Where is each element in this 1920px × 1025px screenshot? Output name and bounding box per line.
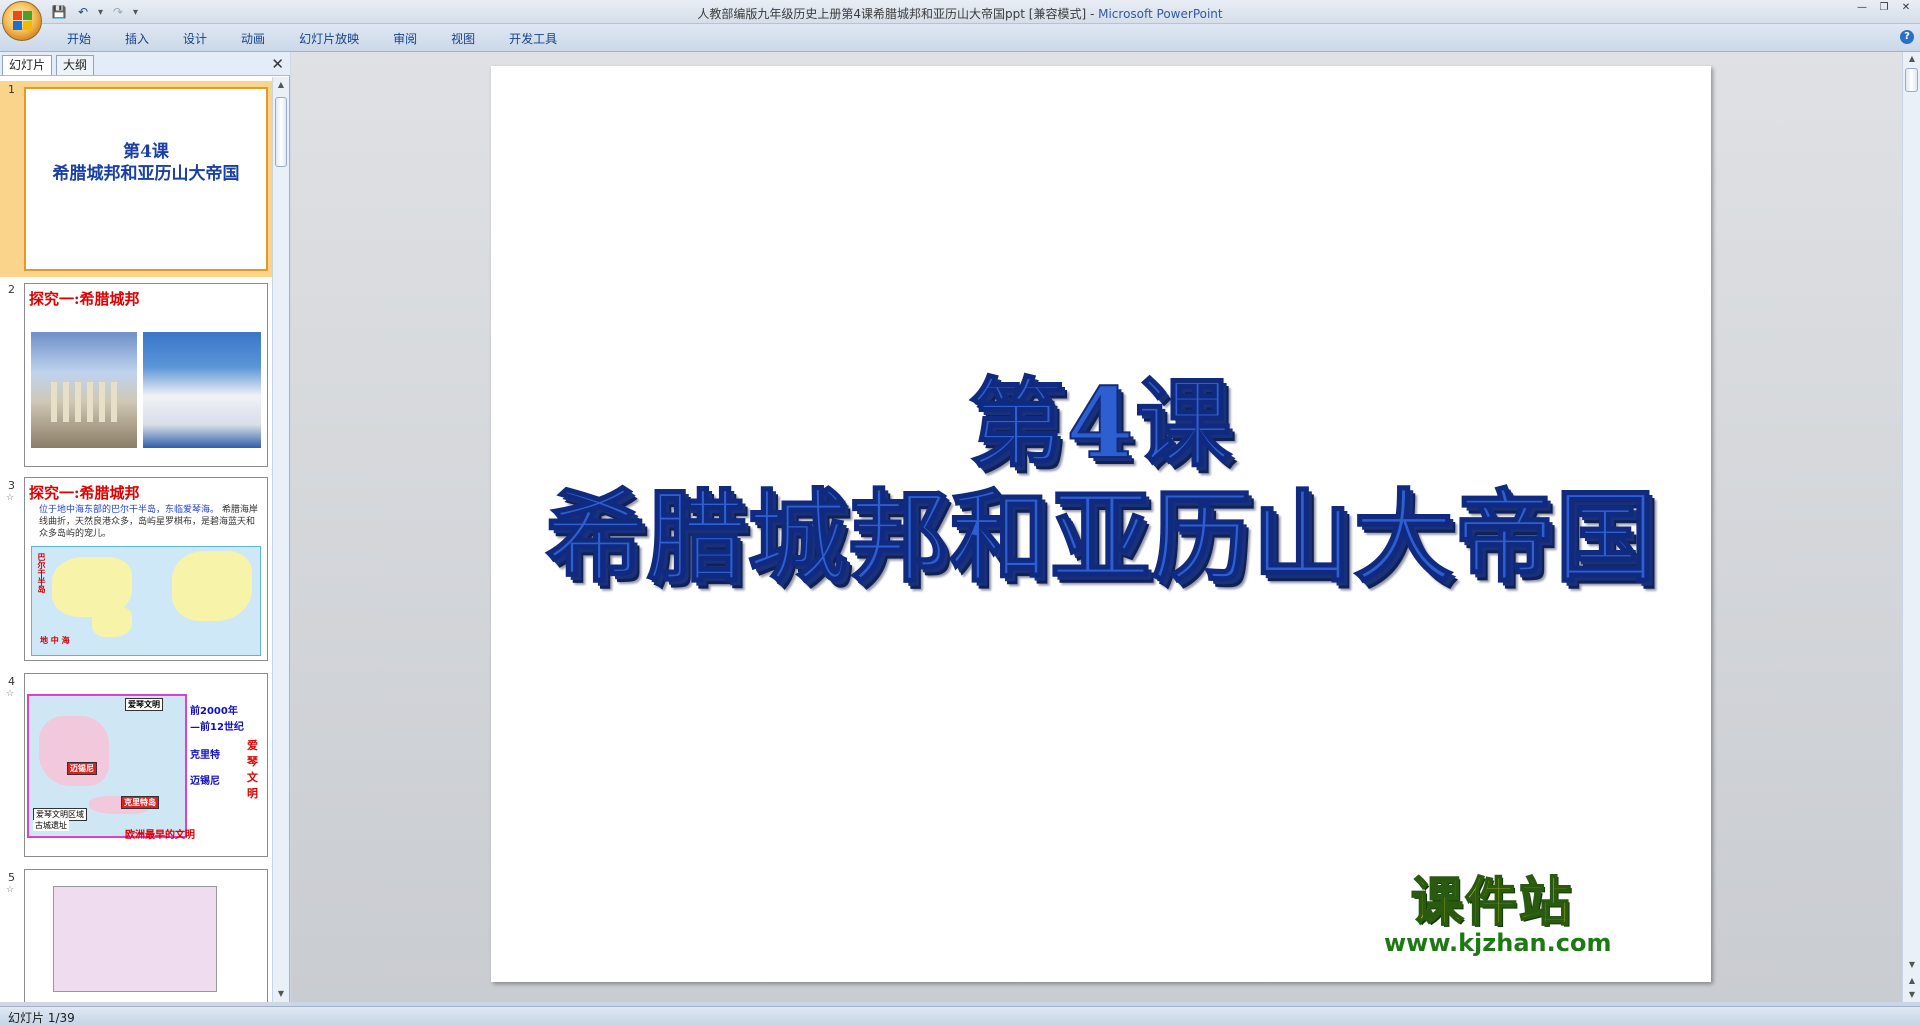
tab-view[interactable]: 视图 [434,30,492,48]
watermark-logo: 课件站 www.kjzhan.com [1384,860,1611,957]
slide-thumbnail-3[interactable]: 探究一:希腊城邦 位于地中海东部的巴尔干半岛，东临爱琴海。 希腊海岸线曲折，天然… [24,477,268,661]
slide-number: 1 [8,83,15,96]
map-label-balkan: 巴尔干半岛 [37,553,46,593]
map-label-sea: 地 中 海 [40,636,70,645]
title-bar: 💾 ↶ ▾ ↷ ▾ 人教部编版九年级历史上册第4课希腊城邦和亚历山大帝国ppt … [0,0,1920,24]
tab-home[interactable]: 开始 [50,30,108,48]
map-tag-aegean: 爱琴文明 [125,698,163,711]
thumb-title-line1: 第4课 [123,142,169,162]
thumbnail-row[interactable]: 1 第4课 希腊城邦和亚历山大帝国 [0,81,272,277]
thumb-title: 第4课 希腊城邦和亚历山大帝国 [26,141,266,185]
panel-tabs: 幻灯片 大纲 ✕ [0,52,290,76]
thumb-title-line2: 希腊城邦和亚历山大帝国 [52,164,240,184]
tab-review[interactable]: 审阅 [376,30,434,48]
office-button[interactable] [2,1,42,41]
santorini-photo [143,332,261,448]
slide-thumbnail-4[interactable]: 爱琴文明 迈锡尼 克里特岛 爱琴文明区域 古城遗址 前2000年 —前12世纪 … [24,673,268,857]
slide-thumbnail-1[interactable]: 第4课 希腊城邦和亚历山大帝国 [24,87,268,271]
thumb-mycenae: 迈锡尼 [190,776,220,787]
map-tag-crete: 克里特岛 [121,796,159,809]
thumb-heading: 探究一:希腊城邦 [29,290,140,308]
thumb-heading: 探究一:希腊城邦 [29,484,140,502]
greece-outline-map [53,886,217,992]
map-legend-ruins: 古城遗址 [33,820,69,831]
title-separator: - [1086,7,1099,21]
thumb-text-blue: 位于地中海东部的巴尔干半岛，东临爱琴海。 [39,505,220,515]
thumb-date-start: 前2000年 [190,706,238,717]
tab-slides[interactable]: 幻灯片 [2,55,53,75]
map-tag-mycenae: 迈锡尼 [67,762,97,775]
slide-editor: 第4课 希腊城邦和亚历山大帝国 [291,52,1902,1002]
slide-number: 2 [8,283,15,296]
slide-number: 5 [8,871,15,884]
tab-developer[interactable]: 开发工具 [492,30,574,48]
thumb-crete: 克里特 [190,750,220,761]
animation-star-icon: ☆ [6,689,15,699]
thumb-caption: 欧洲最早的文明 [125,830,195,841]
slide-thumbnail-5[interactable] [24,869,268,1002]
slides-panel: 幻灯片 大纲 ✕ 1 第4课 希腊城邦和亚历山大帝国 2 探究一:希腊城邦 3 … [0,52,290,1002]
scroll-down-icon[interactable]: ▼ [1904,958,1920,972]
watermark-main: 课件站 [1410,872,1573,934]
status-bar: 幻灯片 1/39 [0,1006,1920,1025]
thumb-body-text: 位于地中海东部的巴尔干半岛，东临爱琴海。 希腊海岸线曲折，天然良港众多，岛屿星罗… [39,504,261,540]
thumbnail-row[interactable]: 5 ☆ [0,869,272,1002]
main-scrollbar[interactable]: ▲ ▼ ▲ ▼ [1902,52,1920,1002]
thumbnail-row[interactable]: 3 ☆ 探究一:希腊城邦 位于地中海东部的巴尔干半岛，东临爱琴海。 希腊海岸线曲… [0,477,272,667]
current-slide[interactable]: 第4课 希腊城邦和亚历山大帝国 [491,66,1711,982]
tab-slideshow[interactable]: 幻灯片放映 [282,30,376,48]
slide-indicator: 幻灯片 1/39 [8,1011,75,1025]
scroll-up-icon[interactable]: ▲ [273,77,289,93]
thumbnail-row[interactable]: 2 探究一:希腊城邦 [0,281,272,471]
tab-design[interactable]: 设计 [166,30,224,48]
office-logo-icon [13,11,33,31]
thumbnail-scrollbar[interactable]: ▲ ▼ [272,77,289,1002]
minimize-icon[interactable]: — [1852,2,1872,16]
ribbon: 开始 插入 设计 动画 幻灯片放映 审阅 视图 开发工具 ? [0,24,1920,52]
close-panel-icon[interactable]: ✕ [271,55,284,73]
thumbnail-row[interactable]: 4 ☆ 爱琴文明 迈锡尼 克里特岛 爱琴文明区域 古城遗址 前2000年 —前1… [0,673,272,863]
scrollbar-thumb[interactable] [1905,68,1918,92]
help-icon[interactable]: ? [1900,30,1914,44]
slide-title-line2[interactable]: 希腊城邦和亚历山大帝国 [491,456,1711,601]
next-slide-icon[interactable]: ▼ [1904,988,1920,1002]
thumb-aegean-vertical: 爱琴文明 [247,739,258,800]
thumbnail-list: 1 第4课 希腊城邦和亚历山大帝国 2 探究一:希腊城邦 3 ☆ 探究一:希腊城… [0,77,272,1002]
tab-animations[interactable]: 动画 [224,30,282,48]
ribbon-tabs: 开始 插入 设计 动画 幻灯片放映 审阅 视图 开发工具 [50,30,574,48]
slide-number: 4 [8,675,15,688]
animation-star-icon: ☆ [6,885,15,895]
watermark-url: www.kjzhan.com [1384,929,1612,957]
parthenon-photo [31,332,137,448]
tab-outline[interactable]: 大纲 [56,55,95,75]
greece-map: 巴尔干半岛 地 中 海 [31,546,261,656]
document-title: 人教部编版九年级历史上册第4课希腊城邦和亚历山大帝国ppt [兼容模式] [697,7,1087,21]
window-controls: — ❐ ✕ [1852,2,1916,16]
animation-star-icon: ☆ [6,493,15,503]
slide-number: 3 [8,479,15,492]
previous-slide-icon[interactable]: ▲ [1904,974,1920,988]
aegean-map: 爱琴文明 迈锡尼 克里特岛 爱琴文明区域 古城遗址 [27,694,187,838]
slide-thumbnail-2[interactable]: 探究一:希腊城邦 [24,283,268,467]
thumb-date-end: —前12世纪 [190,722,244,733]
scrollbar-thumb[interactable] [275,97,287,167]
window-title: 人教部编版九年级历史上册第4课希腊城邦和亚历山大帝国ppt [兼容模式] - M… [0,5,1920,22]
scroll-down-icon[interactable]: ▼ [273,986,289,1002]
application-name: Microsoft PowerPoint [1098,7,1223,21]
close-icon[interactable]: ✕ [1896,2,1916,16]
restore-icon[interactable]: ❐ [1874,2,1894,16]
scroll-up-icon[interactable]: ▲ [1904,52,1920,66]
tab-insert[interactable]: 插入 [108,30,166,48]
